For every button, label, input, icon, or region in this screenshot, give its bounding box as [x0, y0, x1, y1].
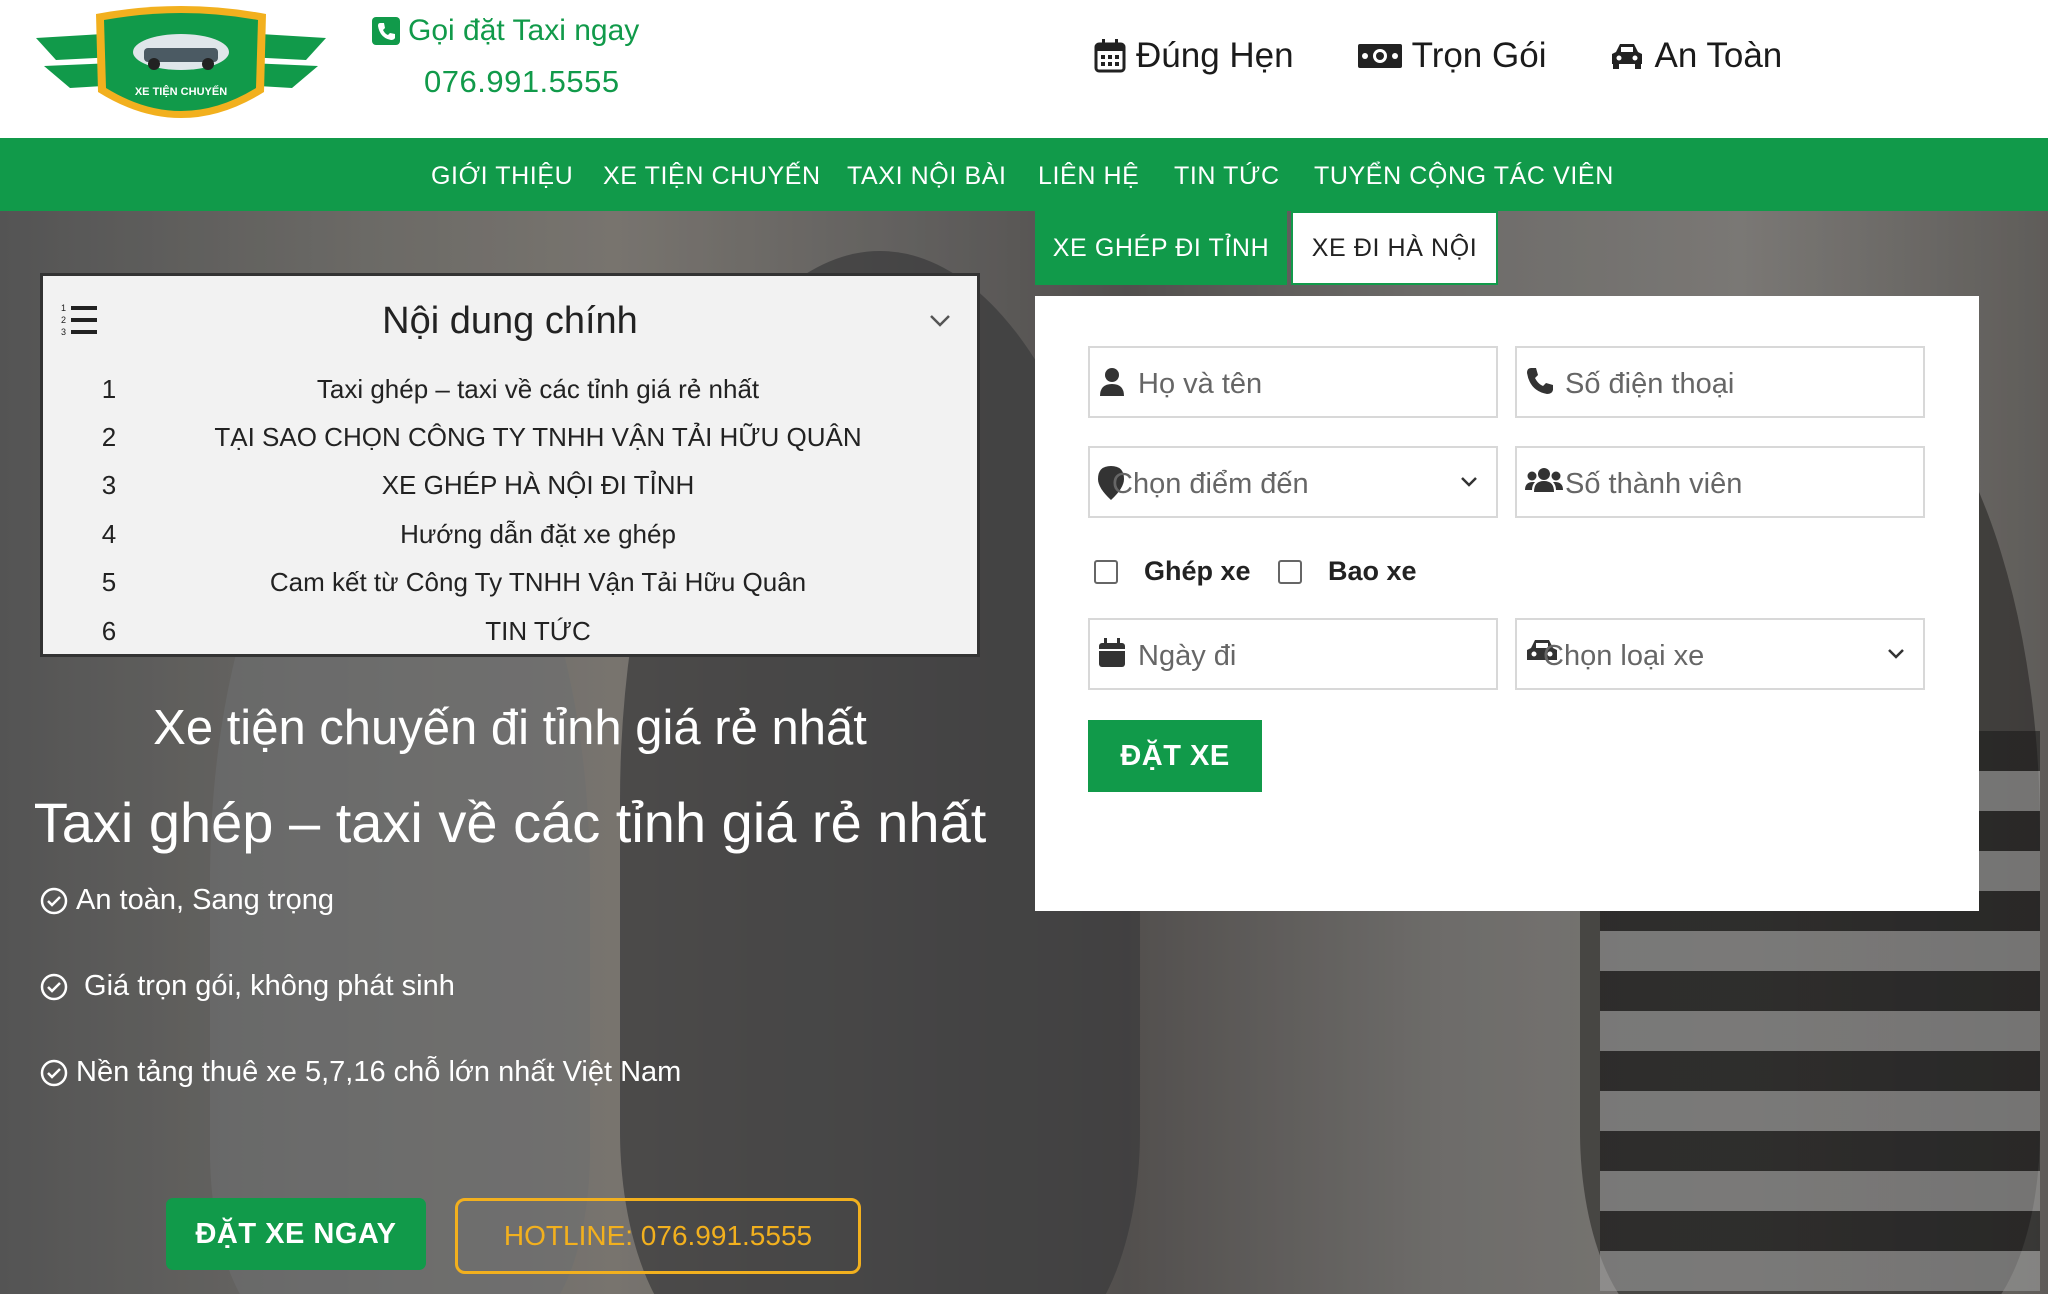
user-icon — [1100, 368, 1124, 396]
check-circle-icon — [40, 887, 68, 914]
call-number[interactable]: 076.991.5555 — [424, 64, 639, 100]
toc-item-link[interactable]: XE GHÉP HÀ NỘI ĐI TỈNH — [133, 470, 943, 501]
feature-package: Trọn Gói — [1357, 36, 1547, 76]
share-ride-option[interactable]: Ghép xe — [1094, 556, 1251, 587]
hero-bullet: An toàn, Sang trọng — [40, 884, 334, 917]
share-ride-label: Ghép xe — [1144, 556, 1251, 586]
feature-label: Trọn Gói — [1411, 36, 1547, 75]
toc-item[interactable]: 5 Cam kết từ Công Ty TNHH Vận Tải Hữu Qu… — [43, 567, 977, 607]
toc-item-link[interactable]: Taxi ghép – taxi về các tỉnh giá rẻ nhất — [133, 374, 943, 405]
money-icon — [1357, 44, 1402, 68]
name-placeholder: Họ và tên — [1138, 368, 1263, 400]
toc-item-link[interactable]: TẠI SAO CHỌN CÔNG TY TNHH VẬN TẢI HỮU QU… — [133, 422, 943, 453]
hotline-button[interactable]: HOTLINE: 076.991.5555 — [455, 1198, 861, 1274]
private-ride-label: Bao xe — [1328, 556, 1417, 586]
check-circle-icon — [40, 1059, 68, 1086]
chevron-down-icon[interactable] — [929, 314, 951, 328]
share-ride-checkbox[interactable] — [1094, 559, 1118, 584]
toc-title: Nội dung chính — [382, 300, 638, 342]
destination-select[interactable]: Chọn điểm đến — [1088, 446, 1498, 518]
table-of-contents: 1 2 3 Nội dung chính 1 Taxi ghép – taxi … — [40, 273, 980, 657]
feature-on-time: Đúng Hẹn — [1094, 36, 1294, 76]
toc-item-number: 5 — [101, 567, 117, 597]
feature-label: An Toàn — [1654, 36, 1783, 75]
private-ride-option[interactable]: Bao xe — [1278, 556, 1417, 587]
hero-bullet-text: An toàn, Sang trọng — [76, 884, 334, 916]
phone-placeholder: Số điện thoại — [1565, 368, 1735, 400]
toc-item-link[interactable]: Hướng dẫn đặt xe ghép — [133, 519, 943, 550]
site-header: XE TIỆN CHUYẾN Gọi đặt Taxi ngay 076.991… — [0, 0, 2048, 138]
nav-item-recruit[interactable]: TUYỂN CỘNG TÁC VIÊN — [1314, 162, 1614, 191]
nav-item-contact[interactable]: LIÊN HỆ — [1038, 162, 1139, 191]
private-ride-checkbox[interactable] — [1278, 559, 1302, 584]
feature-label: Đúng Hẹn — [1136, 36, 1294, 75]
nav-item-taxi-noi-bai[interactable]: TAXI NỘI BÀI — [847, 162, 1007, 191]
car-type-select[interactable]: Chọn loại xe — [1515, 618, 1925, 690]
members-field[interactable]: Số thành viên — [1515, 446, 1925, 518]
site-logo[interactable]: XE TIỆN CHUYẾN — [36, 4, 326, 134]
name-field[interactable]: Họ và tên — [1088, 346, 1498, 418]
car-icon — [1612, 44, 1643, 69]
toc-item-number: 1 — [101, 374, 117, 404]
toc-item[interactable]: 1 Taxi ghép – taxi về các tỉnh giá rẻ nh… — [43, 374, 977, 414]
phone-icon — [1527, 368, 1553, 394]
toc-item-link[interactable]: Cam kết từ Công Ty TNHH Vận Tải Hữu Quân — [133, 567, 943, 598]
book-now-button[interactable]: ĐẶT XE NGAY — [166, 1198, 426, 1270]
hero-bullet-text: Nền tảng thuê xe 5,7,16 chỗ lớn nhất Việ… — [76, 1056, 682, 1088]
call-label: Gọi đặt Taxi ngay — [408, 14, 640, 47]
car-type-select-value: Chọn loại xe — [1543, 640, 1705, 672]
date-placeholder: Ngày đi — [1138, 640, 1237, 672]
toc-item-link[interactable]: TIN TỨC — [133, 616, 943, 647]
logo-text: XE TIỆN CHUYẾN — [135, 85, 227, 98]
toc-item[interactable]: 3 XE GHÉP HÀ NỘI ĐI TỈNH — [43, 470, 977, 510]
calendar-icon — [1099, 638, 1125, 667]
nav-item-about[interactable]: GIỚI THIỆU — [431, 162, 573, 191]
destination-select-value: Chọn điểm đến — [1112, 468, 1309, 500]
toc-item[interactable]: 6 TIN TỨC — [43, 616, 977, 656]
toc-item-number: 6 — [101, 616, 117, 646]
toc-item[interactable]: 4 Hướng dẫn đặt xe ghép — [43, 519, 977, 559]
tab-shared-ride[interactable]: XE GHÉP ĐI TỈNH — [1035, 211, 1287, 285]
tab-to-hanoi[interactable]: XE ĐI HÀ NỘI — [1291, 211, 1498, 285]
hero-bullet-text: Giá trọn gói, không phát sinh — [76, 970, 455, 1002]
chevron-down-icon — [1888, 649, 1904, 659]
main-nav: GIỚI THIỆU XE TIỆN CHUYẾN TAXI NỘI BÀI L… — [0, 138, 2048, 211]
feature-list: Đúng Hẹn Trọn Gói An Toàn — [1094, 36, 1782, 76]
users-icon — [1525, 468, 1563, 492]
call-block[interactable]: Gọi đặt Taxi ngay 076.991.5555 — [372, 14, 639, 100]
toc-item-number: 4 — [101, 519, 117, 549]
submit-booking-button[interactable]: ĐẶT XE — [1088, 720, 1262, 792]
toc-item[interactable]: 2 TẠI SAO CHỌN CÔNG TY TNHH VẬN TẢI HỮU … — [43, 422, 977, 462]
nav-item-shuttle[interactable]: XE TIỆN CHUYẾN — [603, 162, 821, 191]
date-field[interactable]: Ngày đi — [1088, 618, 1498, 690]
members-placeholder: Số thành viên — [1565, 468, 1743, 500]
calendar-icon — [1094, 39, 1126, 73]
toc-item-number: 2 — [101, 422, 117, 452]
phone-icon — [372, 17, 400, 45]
hero-bullet: Giá trọn gói, không phát sinh — [40, 970, 455, 1003]
hero-subheadline: Taxi ghép – taxi về các tỉnh giá rẻ nhất — [33, 791, 987, 854]
feature-safe: An Toàn — [1610, 36, 1782, 76]
hero-bullet: Nền tảng thuê xe 5,7,16 chỗ lớn nhất Việ… — [40, 1056, 681, 1089]
hero-headline: Xe tiện chuyến đi tỉnh giá rẻ nhất — [153, 701, 867, 755]
chevron-down-icon — [1461, 477, 1477, 487]
check-circle-icon — [40, 973, 68, 1000]
phone-field[interactable]: Số điện thoại — [1515, 346, 1925, 418]
nav-item-news[interactable]: TIN TỨC — [1174, 162, 1280, 191]
toc-item-number: 3 — [101, 470, 117, 500]
